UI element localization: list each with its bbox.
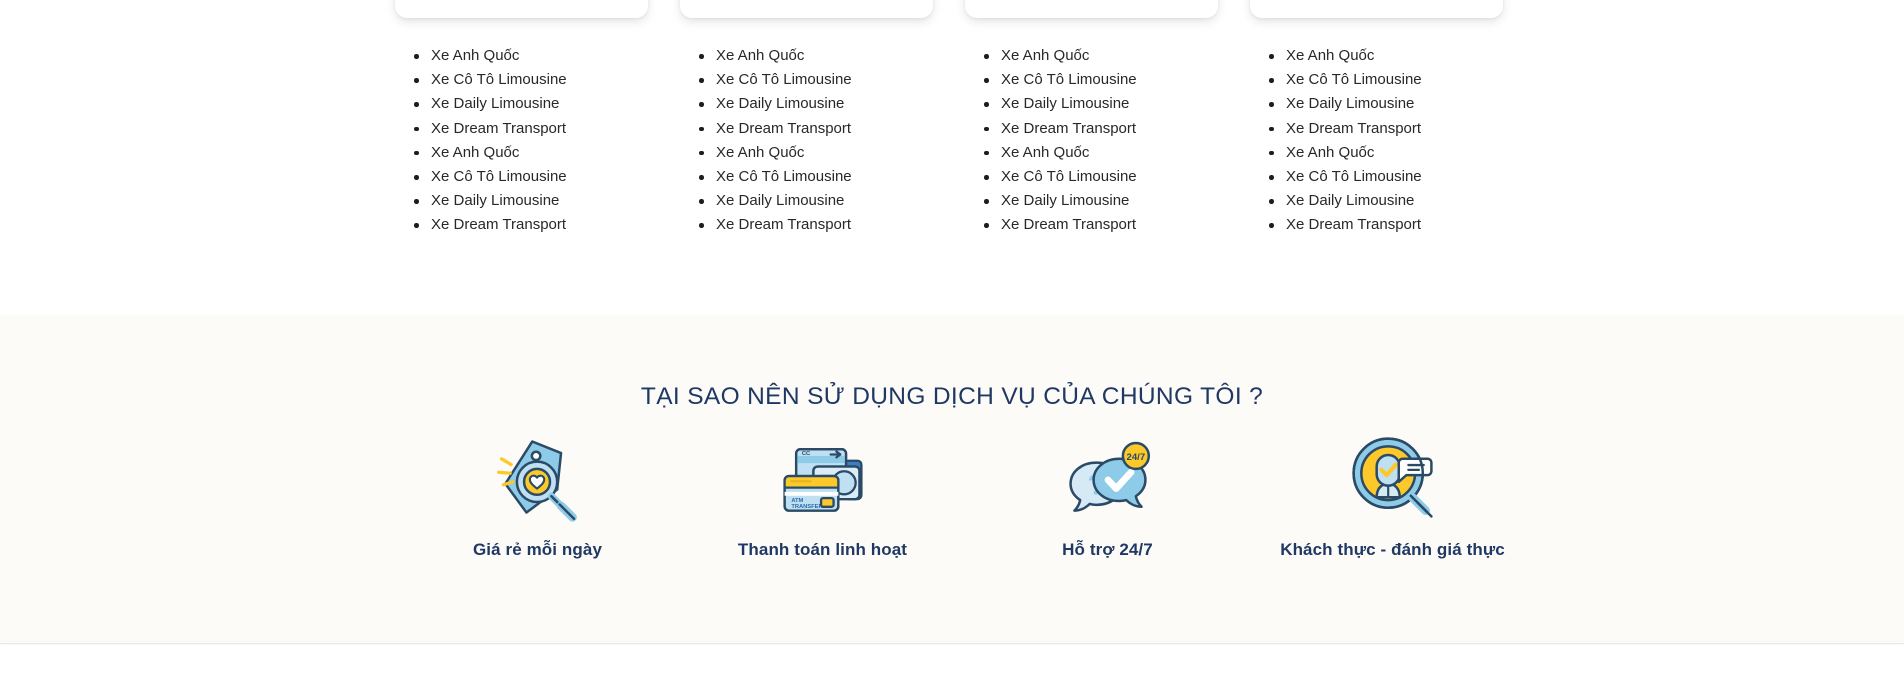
route-card[interactable]: Xe Minh Trí Limousine — [965, 0, 1218, 18]
list-item[interactable]: Xe Dream Transport — [984, 117, 1250, 141]
feature-label: Khách thực - đánh giá thực — [1280, 540, 1505, 559]
list-item[interactable]: Xe Daily Limousine — [1269, 189, 1535, 213]
list-item[interactable]: Xe Dream Transport — [1269, 117, 1535, 141]
list-item[interactable]: Xe Daily Limousine — [414, 92, 680, 116]
list-item[interactable]: Xe Daily Limousine — [1269, 92, 1535, 116]
list-item[interactable]: Xe Cô Tô Limousine — [984, 68, 1250, 92]
list-item[interactable]: Xe Cô Tô Limousine — [1269, 68, 1535, 92]
list-item[interactable]: Xe Dream Transport — [984, 213, 1250, 237]
list-item[interactable]: Xe Dream Transport — [1269, 213, 1535, 237]
feature-item[interactable]: Khách thực - đánh giá thực — [1250, 430, 1535, 560]
list-item[interactable]: Xe Dream Transport — [699, 117, 965, 141]
route-card[interactable]: Xe Minh Trí Limousine — [1250, 0, 1503, 18]
list-item[interactable]: Xe Daily Limousine — [984, 189, 1250, 213]
list-item[interactable]: Xe Daily Limousine — [984, 92, 1250, 116]
feature-label: Hỗ trợ 24/7 — [1062, 540, 1153, 559]
list-item[interactable]: Xe Anh Quốc — [984, 141, 1250, 165]
route-card-title: Xe Minh Trí Limousine — [721, 0, 893, 1]
list-item[interactable]: Xe Cô Tô Limousine — [984, 165, 1250, 189]
route-list: Xe Anh Quốc Xe Cô Tô Limousine Xe Daily … — [699, 44, 965, 238]
feature-item[interactable]: Giá rẻ mỗi ngày — [395, 430, 680, 560]
route-column: Xe Minh Trí Limousine Xe Anh Quốc Xe Cô … — [395, 0, 680, 238]
list-item[interactable]: Xe Dream Transport — [414, 117, 680, 141]
route-list: Xe Anh Quốc Xe Cô Tô Limousine Xe Daily … — [1269, 44, 1535, 238]
list-item[interactable]: Xe Anh Quốc — [699, 141, 965, 165]
route-card-title: Xe Minh Trí Limousine — [1291, 0, 1463, 1]
card-transfer-label: TRANSFER — [791, 504, 823, 510]
list-item[interactable]: Xe Anh Quốc — [1269, 44, 1535, 68]
list-item[interactable]: Xe Cô Tô Limousine — [414, 165, 680, 189]
badge-247-label: 24/7 — [1126, 452, 1145, 463]
routes-columns: Xe Minh Trí Limousine Xe Anh Quốc Xe Cô … — [395, 0, 1505, 238]
support-chat-247-icon-wrap[interactable]: ? 24/7 Hỗ trợ 24/7 — [965, 430, 1250, 560]
payment-cards-icon: CC ATM TRANSFER — [775, 430, 871, 526]
list-item[interactable]: Xe Cô Tô Limousine — [699, 68, 965, 92]
feature-label: Thanh toán linh hoạt — [737, 540, 908, 559]
route-card-title: Xe Minh Trí Limousine — [436, 0, 608, 1]
price-tag-search-heart-icon — [490, 430, 586, 526]
list-item[interactable]: Xe Cô Tô Limousine — [414, 68, 680, 92]
feature-item[interactable]: CC ATM TRANSFER Thanh toán linh hoạt — [680, 430, 965, 560]
route-card[interactable]: Xe Minh Trí Limousine — [680, 0, 933, 18]
list-item[interactable]: Xe Anh Quốc — [414, 141, 680, 165]
list-item[interactable]: Xe Anh Quốc — [984, 44, 1250, 68]
route-list: Xe Anh Quốc Xe Cô Tô Limousine Xe Daily … — [984, 44, 1250, 238]
routes-section: Xe Minh Trí Limousine Xe Anh Quốc Xe Cô … — [0, 0, 1904, 315]
features-row: Giá rẻ mỗi ngày CC ATM TRANSFER Thanh to… — [395, 430, 1505, 560]
list-item[interactable]: Xe Anh Quốc — [414, 44, 680, 68]
route-list: Xe Anh Quốc Xe Cô Tô Limousine Xe Daily … — [414, 44, 680, 238]
route-column: Xe Minh Trí Limousine Xe Anh Quốc Xe Cô … — [1250, 0, 1535, 238]
page-root: Xe Minh Trí Limousine Xe Anh Quốc Xe Cô … — [0, 0, 1904, 682]
list-item[interactable]: Xe Cô Tô Limousine — [1269, 165, 1535, 189]
route-card-title: Xe Minh Trí Limousine — [1006, 0, 1178, 1]
list-item[interactable]: Xe Cô Tô Limousine — [699, 165, 965, 189]
card-cc-label: CC — [801, 451, 809, 457]
route-column: Xe Minh Trí Limousine Xe Anh Quốc Xe Cô … — [680, 0, 965, 238]
feature-label: Giá rẻ mỗi ngày — [472, 540, 603, 559]
why-us-title: TẠI SAO NÊN SỬ DỤNG DỊCH VỤ CỦA CHÚNG TÔ… — [640, 383, 1264, 410]
bottom-white-strip — [0, 645, 1904, 682]
list-item[interactable]: Xe Daily Limousine — [699, 92, 965, 116]
list-item[interactable]: Xe Daily Limousine — [414, 189, 680, 213]
card-atm-label: ATM — [791, 498, 803, 504]
support-chat-247-icon: ? 24/7 — [1060, 430, 1156, 526]
list-item[interactable]: Xe Anh Quốc — [1269, 141, 1535, 165]
list-item[interactable]: Xe Dream Transport — [414, 213, 680, 237]
list-item[interactable]: Xe Anh Quốc — [699, 44, 965, 68]
route-card[interactable]: Xe Minh Trí Limousine — [395, 0, 648, 18]
route-column: Xe Minh Trí Limousine Xe Anh Quốc Xe Cô … — [965, 0, 1250, 238]
list-item[interactable]: Xe Daily Limousine — [699, 189, 965, 213]
list-item[interactable]: Xe Dream Transport — [699, 213, 965, 237]
verified-reviewer-search-icon — [1345, 430, 1441, 526]
